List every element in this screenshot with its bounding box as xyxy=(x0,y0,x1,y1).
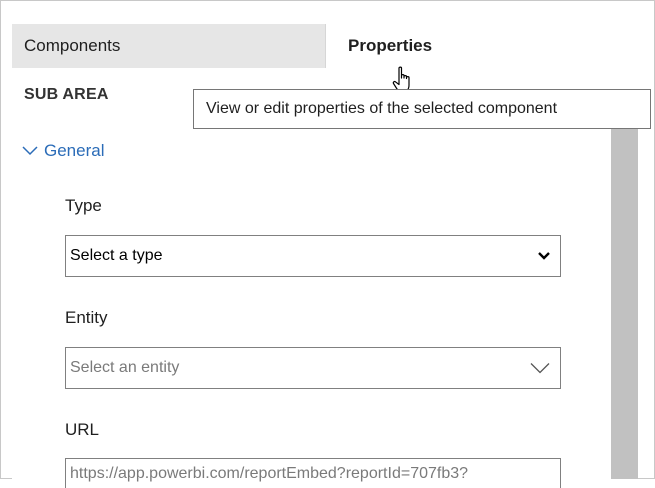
entity-select-placeholder: Select an entity xyxy=(70,359,180,376)
type-select-value: Select a type xyxy=(70,247,163,264)
tab-components-label: Components xyxy=(24,36,121,55)
tab-properties[interactable]: Properties xyxy=(326,24,638,68)
chevron-down-icon xyxy=(530,363,550,374)
general-group-label: General xyxy=(44,141,105,160)
entity-label: Entity xyxy=(65,308,108,327)
properties-tooltip: View or edit properties of the selected … xyxy=(193,89,651,129)
chevron-down-icon xyxy=(22,146,38,156)
vertical-scrollbar[interactable] xyxy=(611,94,638,479)
general-group-toggle[interactable]: General xyxy=(22,138,104,164)
entity-select[interactable]: Select an entity xyxy=(65,347,561,389)
type-select[interactable]: Select a type xyxy=(65,235,561,277)
tab-properties-label: Properties xyxy=(348,36,433,55)
chevron-down-icon xyxy=(538,252,550,260)
url-label: URL xyxy=(65,420,100,439)
tooltip-text: View or edit properties of the selected … xyxy=(206,100,558,117)
section-title: SUB AREA xyxy=(24,86,109,103)
scroll-thumb[interactable] xyxy=(611,120,638,479)
tab-components[interactable]: Components xyxy=(12,24,326,68)
type-label: Type xyxy=(65,196,102,215)
url-input[interactable]: https://app.powerbi.com/reportEmbed?repo… xyxy=(65,458,561,488)
